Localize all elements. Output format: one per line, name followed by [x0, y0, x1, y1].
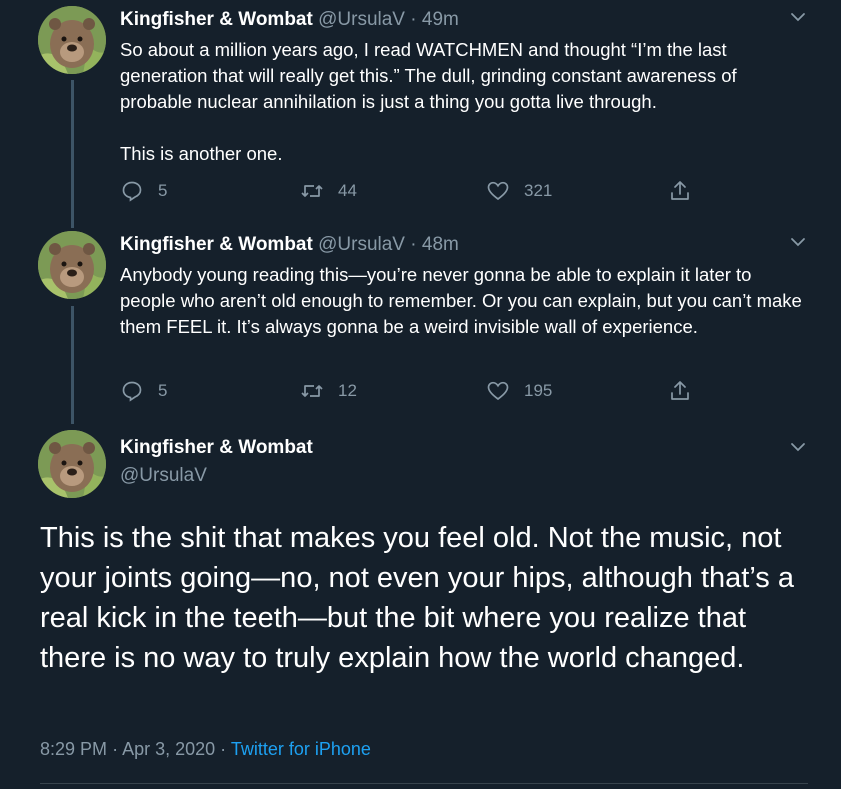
retweet-count: 44	[338, 181, 357, 200]
avatar[interactable]	[38, 6, 106, 74]
tweet-paragraph: Anybody young reading this—you’re never …	[120, 264, 802, 337]
tweet[interactable]: Kingfisher & Wombat @UrsulaV · 49m So ab…	[0, 0, 841, 220]
retweet-count: 12	[338, 381, 357, 400]
display-name[interactable]: Kingfisher & Wombat	[120, 234, 313, 255]
heart-icon	[487, 181, 509, 201]
chevron-down-icon[interactable]	[789, 438, 807, 456]
tweet-paragraph: This is another one.	[120, 143, 283, 164]
reply-button[interactable]: 5	[120, 179, 167, 203]
reply-count: 5	[158, 381, 168, 400]
timestamp[interactable]: 49m	[422, 9, 459, 30]
like-button[interactable]: 195	[486, 379, 552, 403]
reply-icon	[122, 381, 142, 402]
wombat-avatar-icon	[38, 231, 106, 299]
share-icon	[671, 381, 689, 400]
share-button[interactable]	[668, 379, 706, 403]
tweet-actions: 5 44 321	[120, 179, 720, 203]
share-button[interactable]	[668, 179, 706, 203]
tweet-source-link[interactable]: Twitter for iPhone	[231, 739, 371, 759]
reply-icon	[122, 181, 142, 202]
share-icon	[671, 181, 689, 200]
tweet-text: Anybody young reading this—you’re never …	[120, 262, 810, 340]
retweet-icon	[301, 385, 323, 397]
reply-count: 5	[158, 181, 168, 200]
like-button[interactable]: 321	[486, 179, 552, 203]
display-name[interactable]: Kingfisher & Wombat	[120, 9, 313, 30]
reply-button[interactable]: 5	[120, 379, 167, 403]
tweet-date[interactable]: Apr 3, 2020	[122, 739, 215, 759]
avatar[interactable]	[38, 430, 106, 498]
handle[interactable]: @UrsulaV	[120, 465, 207, 487]
tweet-header: Kingfisher & Wombat @UrsulaV · 48m	[120, 233, 459, 257]
separator: ·	[410, 9, 417, 30]
display-name[interactable]: Kingfisher & Wombat	[120, 437, 313, 459]
tweet-header: Kingfisher & Wombat @UrsulaV · 49m	[120, 8, 459, 32]
tweet-actions: 5 12 195	[120, 379, 720, 403]
separator: ·	[112, 739, 119, 759]
tweet-text: So about a million years ago, I read WAT…	[120, 37, 810, 167]
retweet-button[interactable]: 12	[300, 379, 357, 403]
tweet-time[interactable]: 8:29 PM	[40, 739, 107, 759]
heart-icon	[487, 381, 509, 401]
avatar[interactable]	[38, 231, 106, 299]
wombat-avatar-icon	[38, 6, 106, 74]
tweet[interactable]: Kingfisher & Wombat @UrsulaV · 48m Anybo…	[0, 225, 841, 425]
tweet-meta: 8:29 PM · Apr 3, 2020 · Twitter for iPho…	[40, 739, 371, 760]
retweet-icon	[301, 185, 323, 197]
tweet-paragraph: So about a million years ago, I read WAT…	[120, 39, 737, 112]
chevron-down-icon[interactable]	[789, 233, 807, 251]
wombat-avatar-icon	[38, 430, 106, 498]
handle[interactable]: @UrsulaV	[318, 9, 405, 30]
separator: ·	[220, 739, 227, 759]
divider	[40, 783, 808, 784]
timestamp[interactable]: 48m	[422, 234, 459, 255]
separator: ·	[410, 234, 417, 255]
handle[interactable]: @UrsulaV	[318, 234, 405, 255]
like-count: 321	[524, 181, 553, 200]
like-count: 195	[524, 381, 553, 400]
chevron-down-icon[interactable]	[789, 8, 807, 26]
main-tweet-text: This is the shit that makes you feel old…	[40, 522, 794, 674]
retweet-button[interactable]: 44	[300, 179, 357, 203]
